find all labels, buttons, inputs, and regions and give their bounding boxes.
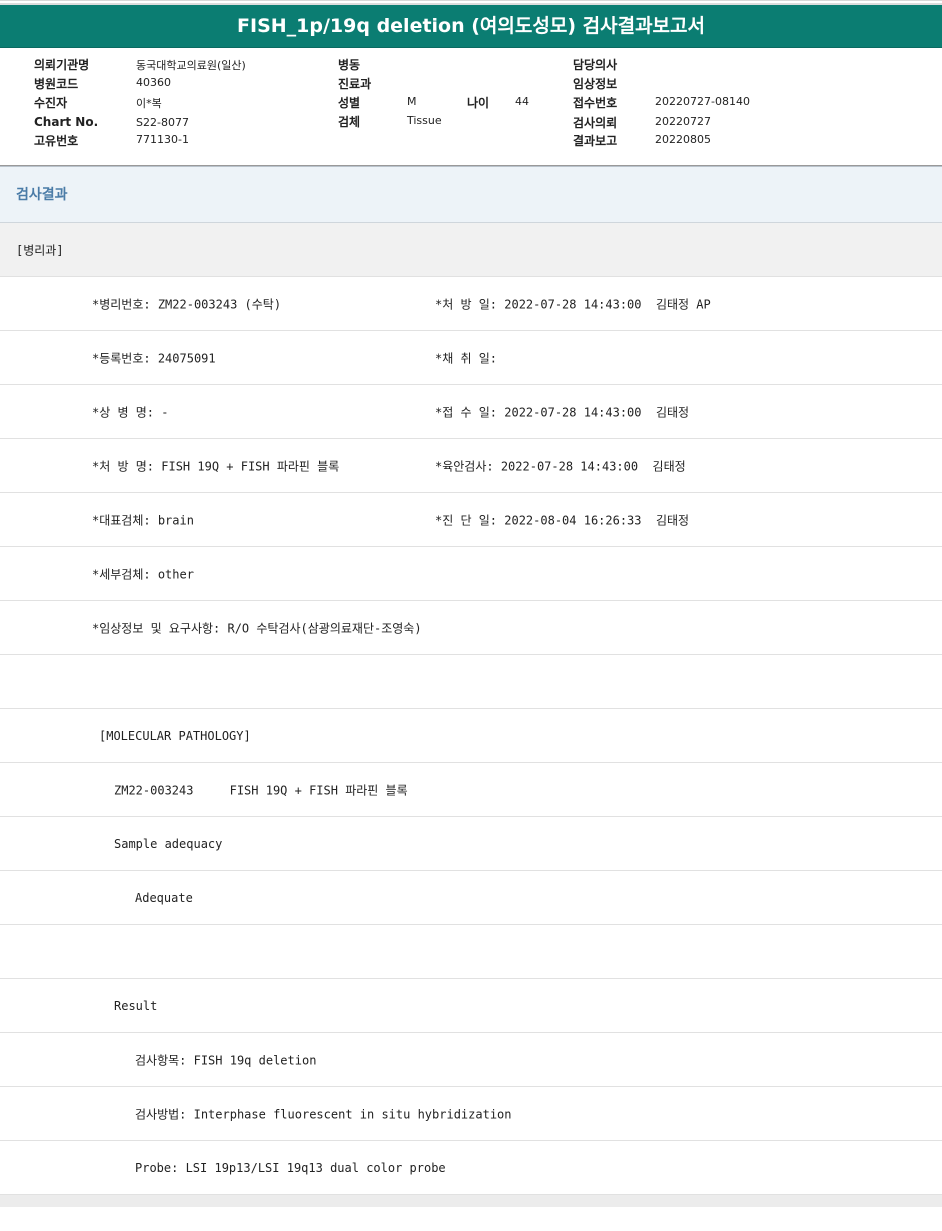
report-date-value: 20220805 [655, 133, 711, 146]
row-left-text: *등록번호: 24075091 [92, 351, 216, 365]
row-left-text: 검사항목: FISH 19q deletion [135, 1053, 317, 1067]
result-row: *병리번호: ZM22-003243 (수탁) *처 방 일: 2022-07-2… [0, 277, 942, 331]
report-title: FISH_1p/19q deletion (여의도성모) 검사결과보고서 [0, 5, 942, 48]
dept-label: 진료과 [338, 77, 372, 91]
row-left-text: Adequate [135, 890, 193, 905]
result-row: Sample adequacy [0, 817, 942, 871]
row-right-text: *채 취 일: [435, 351, 498, 365]
result-row-empty [0, 655, 942, 709]
specimen-label: 검체 [338, 115, 361, 129]
row-right-text: *처 방 일: 2022-07-28 14:43:00 김태정 AP [435, 297, 711, 311]
row-left-text: [병리과] [16, 243, 64, 257]
result-row: *대표검체: brain *진 단 일: 2022-08-04 16:26:33 … [0, 493, 942, 547]
row-left-text: *임상정보 및 요구사항: R/O 수탁검사(삼광의료재단-조영숙) [92, 621, 422, 635]
result-row-empty [0, 925, 942, 979]
report-header: 의뢰기관명 동국대학교의료원(일산) 병원코드 40360 수진자 이*복 Ch… [0, 48, 942, 166]
result-row: *임상정보 및 요구사항: R/O 수탁검사(삼광의료재단-조영숙) [0, 601, 942, 655]
row-left-text: Sample adequacy [114, 836, 223, 851]
unique-no-label: 고유번호 [34, 134, 79, 148]
row-left-text: [MOLECULAR PATHOLOGY] [99, 728, 251, 743]
chart-no-value: S22-8077 [136, 116, 189, 129]
row-left-text: 검사방법: Interphase fluorescent in situ hyb… [135, 1107, 512, 1121]
request-date-value: 20220727 [655, 115, 711, 128]
bottom-scroll-area [0, 1195, 942, 1207]
result-row: Adequate [0, 871, 942, 925]
row-left-text: ZM22-003243 FISH 19Q + FISH 파라핀 블록 [114, 783, 408, 797]
result-rows: [병리과] *병리번호: ZM22-003243 (수탁) *처 방 일: 202… [0, 223, 942, 1195]
row-left-text: *상 병 명: - [92, 405, 169, 419]
hospital-code-value: 40360 [136, 76, 171, 89]
row-right-text: *진 단 일: 2022-08-04 16:26:33 김태정 [435, 513, 690, 527]
result-row: 검사항목: FISH 19q deletion [0, 1033, 942, 1087]
section-title-results: 검사결과 [0, 166, 942, 223]
specimen-value: Tissue [407, 114, 442, 127]
sex-value: M [407, 95, 417, 108]
row-left-text: Result [114, 998, 158, 1013]
row-right-text: *육안검사: 2022-07-28 14:43:00 김태정 [435, 459, 686, 473]
age-value: 44 [515, 95, 529, 108]
result-row: 검사방법: Interphase fluorescent in situ hyb… [0, 1087, 942, 1141]
row-left-text: *대표검체: brain [92, 513, 194, 527]
receipt-no-value: 20220727-08140 [655, 95, 750, 108]
result-row: Result [0, 979, 942, 1033]
age-label: 나이 [467, 96, 490, 110]
institution-label: 의뢰기관명 [34, 58, 90, 72]
row-right-text: *접 수 일: 2022-07-28 14:43:00 김태정 [435, 405, 690, 419]
doctor-label: 담당의사 [573, 58, 618, 72]
result-row: Probe: LSI 19p13/LSI 19q13 dual color pr… [0, 1141, 942, 1195]
result-row: [MOLECULAR PATHOLOGY] [0, 709, 942, 763]
chart-no-label: Chart No. [34, 115, 99, 129]
result-row: ZM22-003243 FISH 19Q + FISH 파라핀 블록 [0, 763, 942, 817]
ward-label: 병동 [338, 58, 361, 72]
result-row: *세부검체: other [0, 547, 942, 601]
hospital-code-label: 병원코드 [34, 77, 79, 91]
clinical-info-label: 임상정보 [573, 77, 618, 91]
institution-value: 동국대학교의료원(일산) [136, 59, 246, 72]
result-row: *처 방 명: FISH 19Q + FISH 파라핀 블록 *육안검사: 202… [0, 439, 942, 493]
patient-value: 이*복 [136, 97, 162, 110]
result-row: [병리과] [0, 223, 942, 277]
unique-no-value: 771130-1 [136, 133, 189, 146]
row-left-text: *처 방 명: FISH 19Q + FISH 파라핀 블록 [92, 459, 340, 473]
result-row: *등록번호: 24075091 *채 취 일: [0, 331, 942, 385]
receipt-no-label: 접수번호 [573, 96, 618, 110]
row-left-text: *세부검체: other [92, 567, 194, 581]
report-date-label: 결과보고 [573, 134, 618, 148]
row-left-text: *병리번호: ZM22-003243 (수탁) [92, 297, 282, 311]
request-date-label: 검사의뢰 [573, 116, 618, 130]
row-left-text: Probe: LSI 19p13/LSI 19q13 dual color pr… [135, 1160, 446, 1175]
result-row: *상 병 명: - *접 수 일: 2022-07-28 14:43:00 김태정 [0, 385, 942, 439]
patient-label: 수진자 [34, 96, 68, 110]
sex-label: 성별 [338, 96, 361, 110]
